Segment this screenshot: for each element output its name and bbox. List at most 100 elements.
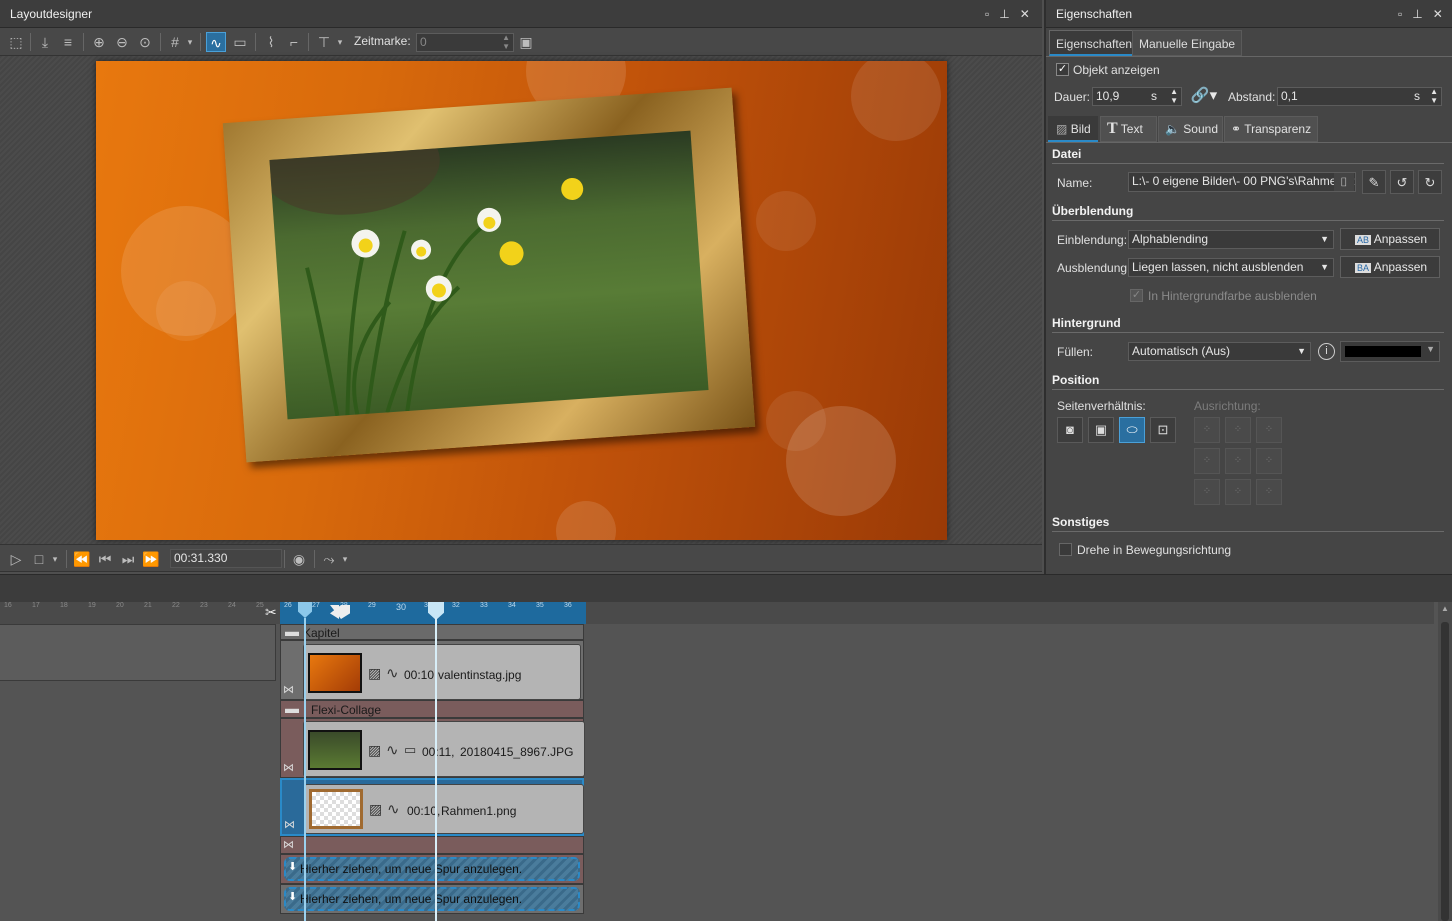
fade-out-adjust-button[interactable]: BA Anpassen (1340, 256, 1440, 278)
pin-icon[interactable]: ⊥ (1412, 7, 1422, 21)
play-icon[interactable]: ▷ (6, 549, 26, 569)
clip-photo[interactable]: ▨ ∿ ▭ 00:11, 20180415_8967.JPG (303, 721, 585, 777)
motion-path-icon[interactable]: ∿ (206, 32, 226, 52)
close-icon[interactable]: ✕ (1020, 7, 1030, 21)
drop-zone-root[interactable]: Hierher ziehen, um neue Spur anzulegen. (284, 887, 580, 911)
distance-input[interactable]: 0,1 s ▲ ▼ (1277, 87, 1442, 106)
duration-input[interactable]: 10,9 s ▲ ▼ (1092, 87, 1182, 106)
playhead-line[interactable] (304, 618, 306, 921)
clip-frame[interactable]: ▨ ∿ 00:10, Rahmen1.png (304, 784, 584, 834)
zoom-out-icon[interactable]: ⊖ (112, 32, 132, 52)
fade-in-select[interactable]: Alphablending ▼ (1128, 230, 1334, 249)
previous-icon[interactable]: ⏮ (95, 549, 115, 569)
fade-in-adjust-button[interactable]: AB Anpassen (1340, 228, 1440, 250)
save-keyframe-icon[interactable]: ▣ (516, 32, 536, 52)
align-middle-left-icon[interactable]: ⁘ (1194, 448, 1220, 474)
align-top-right-icon[interactable]: ⁘ (1256, 417, 1282, 443)
fill-color-picker[interactable]: ▼ (1340, 341, 1440, 362)
dropdown-arrow-icon[interactable]: ▾ (340, 549, 350, 569)
align-bottom-left-icon[interactable]: ⁘ (1194, 479, 1220, 505)
rotate-left-icon[interactable]: ↺ (1390, 170, 1414, 194)
preview-eye-icon[interactable]: ◉ (289, 549, 309, 569)
aspect-original-icon[interactable]: ⊡ (1150, 417, 1176, 443)
restore-icon[interactable]: ▫ (985, 7, 989, 21)
subtab-text[interactable]: T Text (1100, 116, 1157, 142)
browse-icon[interactable]: ⌷ (1334, 173, 1354, 191)
zoom-in-icon[interactable]: ⊕ (89, 32, 109, 52)
track-expand-icon[interactable]: ⋈ (284, 818, 295, 831)
align-bottom-center-icon[interactable]: ⁘ (1225, 479, 1251, 505)
remove-point-icon[interactable]: ⌐ (284, 32, 304, 52)
fast-forward-icon[interactable]: ⏩ (141, 549, 161, 569)
rotate-right-icon[interactable]: ↻ (1418, 170, 1442, 194)
slide-preview[interactable] (96, 61, 947, 540)
next-icon[interactable]: ⏭ (118, 549, 138, 569)
spinner-icon[interactable]: ▲ ▼ (502, 34, 510, 51)
grid-icon[interactable]: # (165, 32, 185, 52)
drop-zone-collage[interactable]: Hierher ziehen, um neue Spur anzulegen. (284, 857, 580, 881)
scroll-up-icon[interactable]: ▲ (1441, 604, 1449, 613)
section-ueberblendung: Überblendung (1052, 203, 1444, 221)
subtab-transparenz[interactable]: ⚭ Transparenz (1224, 116, 1318, 142)
align-center-icon[interactable]: ⁘ (1225, 448, 1251, 474)
section-position: Position (1052, 372, 1444, 390)
timeline-scrollbar[interactable]: ▲ (1438, 602, 1452, 921)
align-middle-right-icon[interactable]: ⁘ (1256, 448, 1282, 474)
rotate-direction-checkbox[interactable] (1059, 543, 1072, 556)
align-top-center-icon[interactable]: ⁘ (1225, 417, 1251, 443)
snap-icon[interactable]: ⤳ (319, 549, 339, 569)
track-expand-icon[interactable]: ⋈ (283, 761, 294, 774)
collage-header[interactable]: ▬ Flexi-Collage (280, 700, 584, 718)
zoom-fit-icon[interactable]: ⊙ (135, 32, 155, 52)
dropdown-arrow-icon[interactable]: ▾ (50, 549, 60, 569)
stop-icon[interactable]: □ (29, 549, 49, 569)
align-bottom-right-icon[interactable]: ⁘ (1256, 479, 1282, 505)
aspect-stretch-icon[interactable]: ⬭ (1119, 417, 1145, 443)
scissors-icon[interactable]: ✂ (265, 604, 277, 621)
dropdown-arrow-icon[interactable]: ▾ (185, 32, 195, 52)
show-object-checkbox[interactable]: ✓ (1056, 63, 1069, 76)
pin-icon[interactable]: ⊥ (999, 7, 1009, 21)
subtab-sound[interactable]: 🔈 Sound (1158, 116, 1223, 142)
camera-icon[interactable]: ▭ (230, 32, 250, 52)
layers-icon[interactable]: ≡ (58, 32, 78, 52)
restore-icon[interactable]: ▫ (1398, 7, 1402, 21)
collapse-icon[interactable]: ▬ (285, 623, 299, 639)
dropdown-arrow-icon[interactable]: ▾ (335, 32, 345, 52)
subtab-bild[interactable]: ▨ Bild (1048, 116, 1098, 142)
collapse-icon[interactable]: ▬ (285, 700, 299, 716)
edit-pencil-icon[interactable]: ✎ (1362, 170, 1386, 194)
fade-out-select[interactable]: Liegen lassen, nicht ausblenden ▼ (1128, 258, 1334, 277)
clip-valentinstag[interactable]: ▨ ∿ 00:10, valentinstag.jpg (303, 644, 581, 700)
aspect-fit-icon[interactable]: ◙ (1057, 417, 1083, 443)
end-line[interactable] (435, 618, 437, 921)
zeitmarke-input[interactable]: 0 ▲ ▼ (416, 33, 514, 52)
fill-select[interactable]: Automatisch (Aus) ▼ (1128, 342, 1311, 361)
spinner-icon[interactable]: ▲ ▼ (1430, 88, 1438, 105)
track-expand-icon[interactable]: ⋈ (283, 838, 294, 851)
transition-icon: BA (1355, 263, 1372, 273)
align-icon[interactable]: ⊤ (314, 32, 334, 52)
picture-frame[interactable] (222, 87, 756, 463)
aspect-fill-icon[interactable]: ▣ (1088, 417, 1114, 443)
link-icon[interactable]: 🔗▾ (1186, 86, 1222, 108)
select-tool-icon[interactable]: ⬚ (6, 32, 26, 52)
duration-unit: s (1151, 89, 1157, 103)
add-point-icon[interactable]: ⌇ (261, 32, 281, 52)
bg-fade-checkbox[interactable]: ✓ (1130, 289, 1143, 302)
chapter-header[interactable]: ▬ Kapitel (280, 623, 584, 640)
panel-splitter[interactable] (0, 574, 1452, 602)
track-expand-icon[interactable]: ⋈ (283, 683, 294, 696)
tab-eigenschaften[interactable]: Eigenschaften (1049, 30, 1140, 56)
guides-icon[interactable]: ⤓ (35, 32, 55, 52)
daffodil-image (269, 130, 584, 417)
scrollbar-thumb[interactable] (1441, 622, 1449, 921)
tab-manuelle-eingabe[interactable]: Manuelle Eingabe (1132, 30, 1243, 56)
spinner-icon[interactable]: ▲ ▼ (1170, 88, 1178, 105)
close-icon[interactable]: ✕ (1433, 7, 1443, 21)
duration-label: Dauer: (1054, 90, 1091, 104)
file-name-input[interactable]: L:\- 0 eigene Bilder\- 00 PNG's\Rahmen\R (1128, 172, 1356, 192)
rewind-icon[interactable]: ⏪ (72, 549, 92, 569)
info-icon[interactable]: i (1318, 343, 1335, 360)
align-top-left-icon[interactable]: ⁘ (1194, 417, 1220, 443)
